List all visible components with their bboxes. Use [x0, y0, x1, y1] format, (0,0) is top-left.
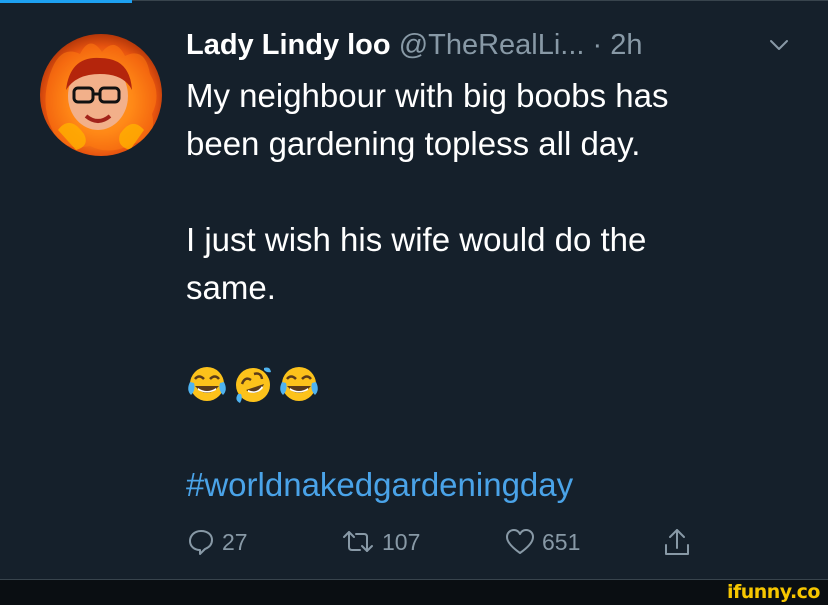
like-count: 651: [542, 528, 581, 555]
ifunny-watermark: ifunny.co: [726, 581, 821, 603]
timestamp[interactable]: 2h: [610, 29, 642, 61]
footer-bar: [0, 580, 828, 605]
tweet-text-line: My neighbour with big boobs has: [186, 77, 669, 114]
heart-icon: [506, 529, 534, 554]
share-button[interactable]: [662, 522, 692, 562]
hashtag-link[interactable]: #worldnakedgardeningday: [186, 462, 573, 508]
tweet-actions: 27 107 651: [0, 522, 828, 566]
top-divider: [132, 0, 828, 1]
reply-count: 27: [222, 528, 248, 555]
like-button[interactable]: 651: [504, 522, 580, 562]
share-icon: [665, 529, 689, 555]
avatar-portrait: [45, 43, 157, 151]
retweet-button[interactable]: 107: [340, 522, 420, 562]
tweet-text: My neighbour with big boobs has been gar…: [186, 72, 806, 312]
face-with-tears-of-joy-icon: [188, 367, 226, 401]
tweet-header: Lady Lindy loo @TheRealLi... · 2h: [186, 24, 806, 66]
reply-button[interactable]: 27: [186, 522, 248, 562]
separator-dot: ·: [592, 29, 603, 61]
chevron-down-icon[interactable]: [768, 34, 790, 56]
tweet-text-line: I just wish his wife would do the: [186, 221, 647, 258]
emoji-row: [186, 364, 320, 408]
avatar[interactable]: [40, 34, 162, 156]
speech-bubble-icon: [189, 530, 213, 555]
user-handle[interactable]: @TheRealLi...: [399, 29, 585, 61]
retweet-icon: [343, 531, 373, 552]
tweet-text-line: same.: [186, 269, 276, 306]
retweet-count: 107: [382, 528, 421, 555]
display-name[interactable]: Lady Lindy loo: [186, 29, 391, 61]
face-with-tears-of-joy-icon: [280, 367, 318, 401]
tweet-text-line: been gardening topless all day.: [186, 125, 641, 162]
rolling-on-floor-laughing-icon: [236, 367, 271, 403]
tweet-screen: Lady Lindy loo @TheRealLi... · 2h My nei…: [0, 0, 828, 605]
tab-indicator: [0, 0, 132, 3]
